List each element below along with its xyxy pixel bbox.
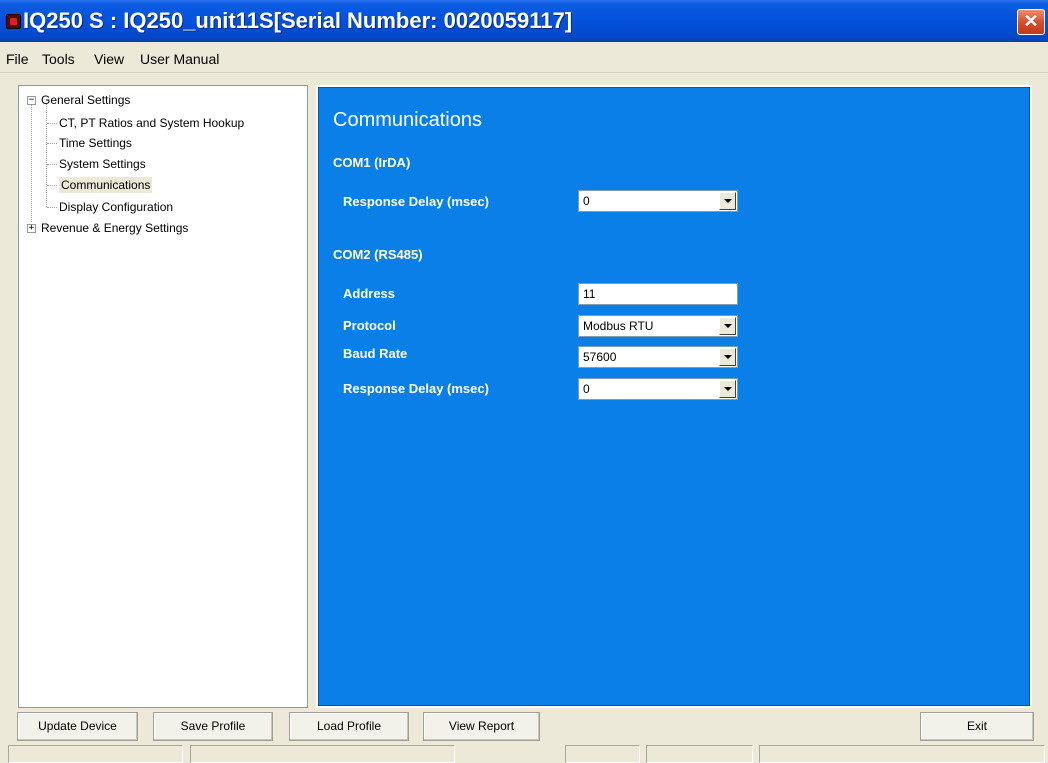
- baud-rate-label: Baud Rate: [343, 346, 408, 361]
- tree-item-system-settings[interactable]: System Settings: [59, 156, 146, 172]
- save-profile-button[interactable]: Save Profile: [153, 712, 273, 741]
- protocol-value: Modbus RTU: [583, 319, 654, 333]
- com1-response-delay-label: Response Delay (msec): [343, 194, 489, 209]
- status-pane: [8, 745, 183, 763]
- com1-heading: COM1 (IrDA): [333, 155, 411, 170]
- tree-item-revenue-energy-settings[interactable]: Revenue & Energy Settings: [41, 220, 188, 236]
- exit-button[interactable]: Exit: [920, 712, 1034, 741]
- tree-item-general-settings[interactable]: General Settings: [41, 92, 130, 108]
- tree-item-communications[interactable]: Communications: [59, 177, 153, 193]
- tree-connector: [47, 207, 57, 208]
- com2-response-delay-value: 0: [583, 382, 590, 396]
- chevron-down-icon[interactable]: [719, 317, 736, 335]
- expand-icon[interactable]: +: [27, 224, 36, 233]
- tree-connector: [46, 104, 47, 207]
- status-bar: [0, 743, 1048, 763]
- protocol-label: Protocol: [343, 318, 396, 333]
- tree-connector: [47, 143, 57, 144]
- tree-item-time-settings[interactable]: Time Settings: [59, 135, 132, 151]
- view-report-button[interactable]: View Report: [423, 712, 540, 741]
- status-pane: [190, 745, 455, 763]
- panel-title: Communications: [333, 109, 482, 131]
- status-pane: [759, 745, 1045, 763]
- tree-connector: [31, 101, 32, 222]
- tree-connector: [47, 185, 57, 186]
- address-label: Address: [343, 286, 396, 301]
- collapse-icon[interactable]: −: [27, 96, 36, 105]
- address-value: 11: [583, 287, 596, 301]
- menu-tools[interactable]: Tools: [42, 51, 75, 67]
- status-pane: [646, 745, 753, 763]
- com2-response-delay-label: Response Delay (msec): [343, 381, 489, 396]
- menu-view[interactable]: View: [94, 51, 124, 67]
- baud-rate-value: 57600: [583, 350, 617, 364]
- status-pane: [565, 745, 640, 763]
- menu-user-manual[interactable]: User Manual: [140, 51, 219, 67]
- close-button[interactable]: ✕: [1017, 9, 1045, 35]
- menu-bar: File Tools View User Manual: [0, 42, 1048, 73]
- settings-tree[interactable]: − General Settings CT, PT Ratios and Sys…: [18, 85, 308, 708]
- close-icon: ✕: [1023, 11, 1039, 31]
- communications-panel: Communications COM1 (IrDA) Response Dela…: [316, 85, 1032, 708]
- load-profile-button[interactable]: Load Profile: [289, 712, 409, 741]
- chevron-down-icon[interactable]: [719, 348, 736, 366]
- tree-connector: [47, 164, 57, 165]
- com2-heading: COM2 (RS485): [333, 247, 423, 262]
- tree-item-display-configuration[interactable]: Display Configuration: [59, 199, 173, 215]
- chevron-down-icon[interactable]: [719, 380, 736, 398]
- tree-item-ct-pt-ratios[interactable]: CT, PT Ratios and System Hookup: [59, 115, 244, 131]
- device-icon[interactable]: [6, 14, 21, 29]
- com2-response-delay-select[interactable]: 0: [578, 378, 738, 400]
- chevron-down-icon[interactable]: [719, 192, 736, 210]
- address-input[interactable]: 11: [578, 283, 738, 305]
- menu-file[interactable]: File: [6, 51, 29, 67]
- update-device-button[interactable]: Update Device: [17, 712, 138, 741]
- baud-rate-select[interactable]: 57600: [578, 346, 738, 368]
- com1-response-delay-value: 0: [583, 194, 590, 208]
- title-bar: IQ250 S : IQ250_unit11S[Serial Number: 0…: [0, 0, 1048, 42]
- window-title: IQ250 S : IQ250_unit11S[Serial Number: 0…: [23, 8, 573, 33]
- com1-response-delay-select[interactable]: 0: [578, 190, 738, 212]
- tree-connector: [47, 123, 57, 124]
- protocol-select[interactable]: Modbus RTU: [578, 315, 738, 337]
